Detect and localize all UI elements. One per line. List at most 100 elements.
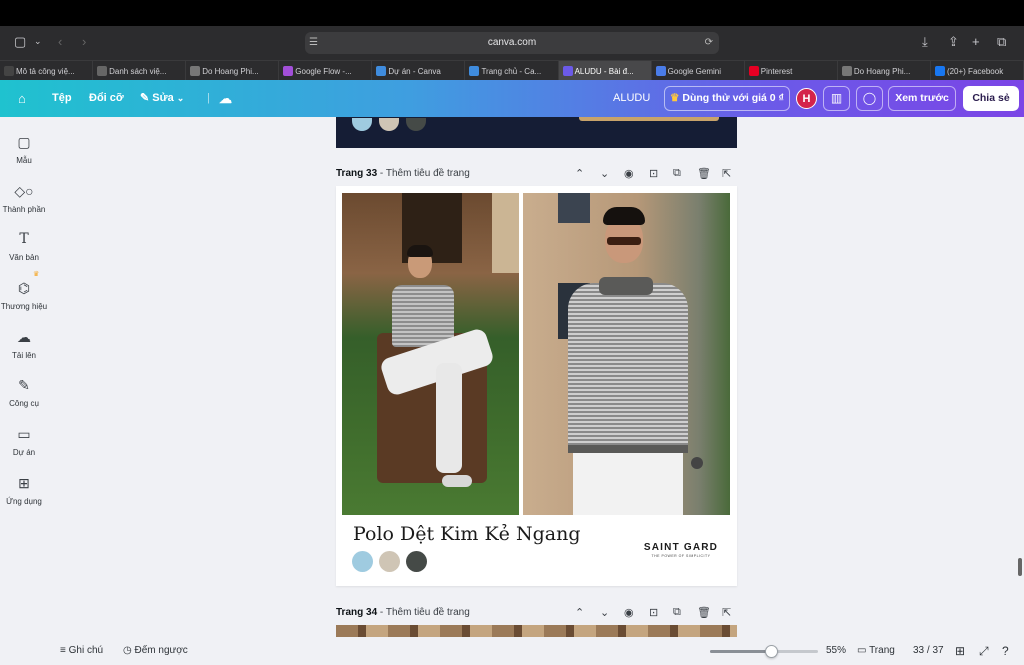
grid-view-icon[interactable]: ⊞ bbox=[955, 637, 965, 665]
apps-icon: ⊞ bbox=[18, 475, 30, 491]
zoom-slider[interactable] bbox=[710, 645, 818, 658]
sidebar-item-tools[interactable]: ✎ Công cụ bbox=[0, 377, 48, 408]
tab-label: Google Gemini bbox=[667, 66, 722, 76]
download-icon[interactable]: ⤓ bbox=[922, 34, 928, 50]
home-icon[interactable]: ⌂ bbox=[18, 80, 26, 117]
page-33-label[interactable]: Trang 33 - Thêm tiêu đề trang bbox=[336, 168, 470, 179]
page-number: Trang 34 bbox=[336, 607, 378, 618]
insights-icon[interactable]: ▥ bbox=[823, 86, 850, 111]
browser-tab[interactable]: Google Gemini bbox=[652, 61, 745, 81]
crown-icon: ♛ bbox=[33, 271, 40, 278]
page-34-label[interactable]: Trang 34 - Thêm tiêu đề trang bbox=[336, 607, 470, 618]
brand-logo[interactable]: SAINT GARD THE POWER OF SIMPLICITY bbox=[636, 542, 726, 558]
add-page-icon[interactable]: ⇱ bbox=[722, 167, 731, 180]
sidebar-item-label: Ứng dụng bbox=[6, 497, 42, 506]
share-button[interactable]: Chia sẻ bbox=[963, 86, 1019, 111]
zoom-slider-handle[interactable] bbox=[765, 645, 778, 658]
chevron-down-icon[interactable]: ⌄ bbox=[34, 36, 42, 47]
duplicate-icon[interactable]: ⧉ bbox=[673, 606, 681, 619]
editor-canvas[interactable]: Trang 33 - Thêm tiêu đề trang ⌃ ⌄ ◉ ⊡ ⧉ … bbox=[48, 117, 1024, 637]
browser-tab[interactable]: Mô tả công việ... bbox=[0, 61, 94, 81]
color-swatch[interactable] bbox=[406, 551, 427, 572]
help-icon[interactable]: ? bbox=[1002, 637, 1009, 665]
page-34[interactable] bbox=[336, 625, 737, 637]
browser-tab[interactable]: Danh sách việ... bbox=[93, 61, 187, 81]
page-33[interactable]: Polo Dệt Kim Kẻ Ngang SAINT GARD THE POW… bbox=[336, 186, 737, 586]
add-page-title[interactable]: - Thêm tiêu đề trang bbox=[377, 607, 470, 618]
sidebar-item-templates[interactable]: ▢ Mẫu bbox=[0, 134, 48, 165]
browser-tab[interactable]: Do Hoang Phi... bbox=[186, 61, 280, 81]
preview-button[interactable]: Xem trước bbox=[888, 86, 956, 111]
page-counter[interactable]: 33 / 37 bbox=[913, 637, 944, 665]
sidebar-item-brand[interactable]: ♛ ⌬ Thương hiệu bbox=[0, 271, 48, 311]
vertical-scrollbar[interactable] bbox=[1018, 558, 1022, 576]
tab-label: Dự án - Canva bbox=[388, 66, 441, 76]
hide-page-icon[interactable]: ◉ bbox=[624, 606, 634, 619]
new-tab-icon[interactable]: + bbox=[972, 34, 980, 49]
resize-menu[interactable]: Đổi cỡ bbox=[89, 80, 124, 117]
comment-icon[interactable]: ◯ bbox=[856, 86, 883, 111]
forward-icon[interactable]: › bbox=[82, 34, 86, 49]
page-number: Trang 33 bbox=[336, 168, 378, 179]
delete-icon[interactable]: 🗑 bbox=[697, 606, 711, 619]
move-up-icon[interactable]: ⌃ bbox=[575, 167, 584, 180]
trial-button[interactable]: ♛ Dùng thử với giá 0 ₫ bbox=[664, 86, 790, 111]
add-page-title[interactable]: - Thêm tiêu đề trang bbox=[377, 168, 470, 179]
address-bar[interactable]: ☰ canva.com ⟳ bbox=[305, 32, 719, 54]
file-menu[interactable]: Tệp bbox=[52, 80, 72, 117]
product-photo-standing[interactable] bbox=[523, 193, 730, 515]
white-trousers bbox=[436, 363, 462, 473]
timer-icon: ◷ bbox=[123, 645, 132, 656]
notes-label: Ghi chú bbox=[68, 645, 104, 656]
tab-label: Google Flow -... bbox=[295, 66, 352, 76]
fullscreen-icon[interactable]: ⤢ bbox=[979, 637, 989, 665]
back-icon[interactable]: ‹ bbox=[58, 34, 62, 49]
tabs-icon[interactable]: ⧉ bbox=[997, 34, 1006, 50]
sidebar-toggle-icon[interactable]: ▢ bbox=[14, 34, 26, 50]
cloud-save-icon[interactable]: ☁ bbox=[219, 80, 232, 117]
folder-icon: ▭ bbox=[17, 426, 31, 442]
avatar[interactable]: H bbox=[796, 88, 817, 109]
tab-overview-icon[interactable]: ☰ bbox=[309, 32, 318, 54]
page-32-thumbnail[interactable] bbox=[336, 117, 737, 148]
hide-page-icon[interactable]: ◉ bbox=[624, 167, 634, 180]
upload-icon: ☁ bbox=[17, 329, 31, 345]
sidebar-item-uploads[interactable]: ☁ Tải lên bbox=[0, 329, 48, 360]
edit-menu[interactable]: ✎ Sửa ⌄ bbox=[140, 80, 184, 117]
sidebar-item-label: Văn bản bbox=[9, 253, 39, 262]
share-icon[interactable]: ⇪ bbox=[948, 34, 959, 50]
tab-label: Do Hoang Phi... bbox=[202, 66, 259, 76]
zoom-level[interactable]: 55% bbox=[826, 637, 846, 665]
color-swatch[interactable] bbox=[379, 551, 400, 572]
browser-tab[interactable]: Pinterest bbox=[745, 61, 838, 81]
tab-label: Trang chủ - Ca... bbox=[481, 66, 542, 76]
sidebar-item-apps[interactable]: ⊞ Ứng dụng bbox=[0, 475, 48, 506]
browser-tab[interactable]: Dự án - Canva bbox=[372, 61, 466, 81]
product-photo-seated[interactable] bbox=[342, 193, 519, 515]
timer-button[interactable]: ◷ Đếm ngược bbox=[123, 637, 188, 665]
browser-tab[interactable]: Trang chủ - Ca... bbox=[465, 61, 559, 81]
lock-icon[interactable]: ⊡ bbox=[649, 606, 658, 619]
delete-icon[interactable]: 🗑 bbox=[697, 167, 711, 180]
move-up-icon[interactable]: ⌃ bbox=[575, 606, 584, 619]
sidebar-item-projects[interactable]: ▭ Dự án bbox=[0, 426, 48, 457]
color-swatch[interactable] bbox=[352, 551, 373, 572]
move-down-icon[interactable]: ⌄ bbox=[600, 606, 609, 619]
pages-button[interactable]: ▭ Trang bbox=[857, 637, 895, 665]
browser-tab[interactable]: Google Flow -... bbox=[279, 61, 373, 81]
white-trousers bbox=[573, 453, 683, 515]
duplicate-icon[interactable]: ⧉ bbox=[673, 167, 681, 180]
sidebar-item-text[interactable]: T Văn bản bbox=[0, 231, 48, 262]
sidebar-item-elements[interactable]: ◇○ Thành phần bbox=[0, 183, 48, 214]
browser-tab[interactable]: (20+) Facebook bbox=[931, 61, 1024, 81]
tab-bar: Mô tả công việ... Danh sách việ... Do Hoan… bbox=[0, 60, 1024, 81]
lock-icon[interactable]: ⊡ bbox=[649, 167, 658, 180]
add-page-icon[interactable]: ⇱ bbox=[722, 606, 731, 619]
reload-icon[interactable]: ⟳ bbox=[705, 32, 713, 54]
browser-tab[interactable]: Do Hoang Phi... bbox=[838, 61, 931, 81]
project-title[interactable]: ALUDU bbox=[613, 80, 650, 117]
move-down-icon[interactable]: ⌄ bbox=[600, 167, 609, 180]
notes-button[interactable]: ≡ Ghi chú bbox=[60, 637, 103, 665]
browser-tab[interactable]: ALUDU - Bài đ... bbox=[558, 61, 652, 81]
product-title[interactable]: Polo Dệt Kim Kẻ Ngang bbox=[353, 523, 580, 545]
